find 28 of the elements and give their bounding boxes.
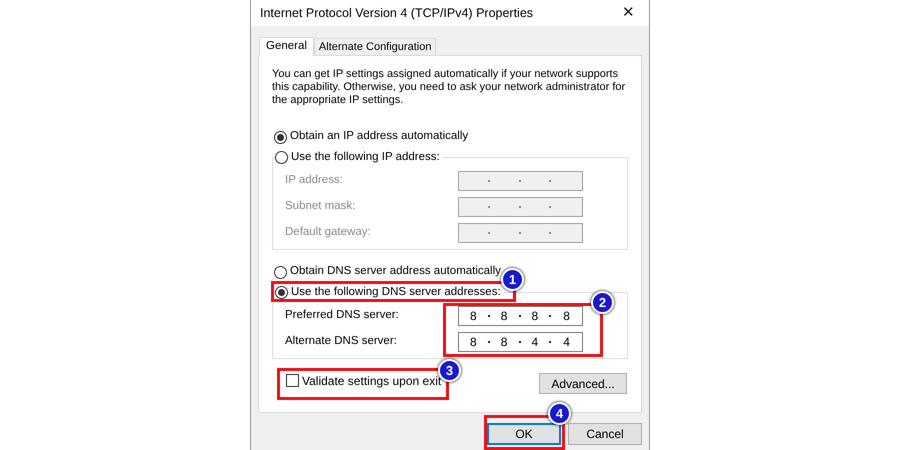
checkbox[interactable]: [286, 374, 299, 387]
field-label: Preferred DNS server:: [285, 308, 399, 324]
advanced-button[interactable]: Advanced...: [539, 373, 627, 394]
field-label: Alternate DNS server:: [285, 334, 397, 350]
cancel-button[interactable]: Cancel: [568, 423, 642, 445]
octet-text: 8: [469, 308, 478, 325]
radio-button[interactable]: [275, 286, 288, 300]
radio-button[interactable]: [275, 151, 288, 164]
field-label: Default gateway:: [285, 225, 371, 240]
ip-input-field[interactable]: 8 8 4 4: [458, 332, 583, 352]
octet-text: 8: [500, 308, 508, 325]
window-title: Internet Protocol Version 4 (TCP/IPv4) Properties: [260, 4, 534, 22]
close-button[interactable]: ✕: [622, 2, 635, 24]
field-label: IP address:: [285, 173, 343, 188]
field-label: Subnet mask:: [285, 199, 356, 214]
octet-text: 4: [562, 334, 571, 351]
octet-text: 4: [530, 334, 540, 351]
octet-text: 8: [500, 334, 508, 351]
ip-input-field[interactable]: 8 8 8 8: [458, 306, 583, 326]
ok-button[interactable]: OK: [487, 423, 561, 445]
intro-text: You can get IP settings assigned automatically if your network supports this capability. Otherwise, you need to ask your network administrator for the appropriate IP settings.: [272, 68, 626, 107]
octet-text: 8: [469, 334, 478, 351]
octet-text: 8: [562, 308, 571, 325]
radio-button[interactable]: [274, 266, 287, 278]
radio-button[interactable]: [274, 130, 287, 144]
octet-text: 8: [530, 308, 540, 325]
tab[interactable]: Alternate Configuration: [314, 38, 436, 55]
tab[interactable]: General: [259, 37, 314, 56]
